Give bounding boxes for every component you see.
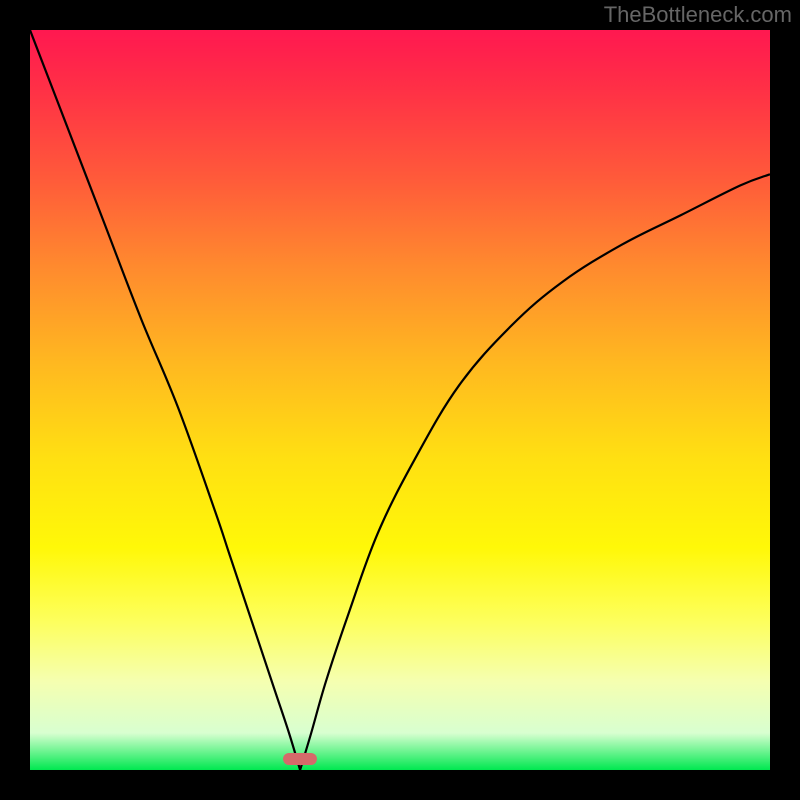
bottleneck-marker <box>283 753 317 765</box>
chart-container: TheBottleneck.com <box>0 0 800 800</box>
plot-area <box>30 30 770 770</box>
curve-svg <box>30 30 770 770</box>
curve-left-branch <box>30 30 300 770</box>
watermark-text: TheBottleneck.com <box>604 2 792 28</box>
curve-right-branch <box>300 174 770 770</box>
